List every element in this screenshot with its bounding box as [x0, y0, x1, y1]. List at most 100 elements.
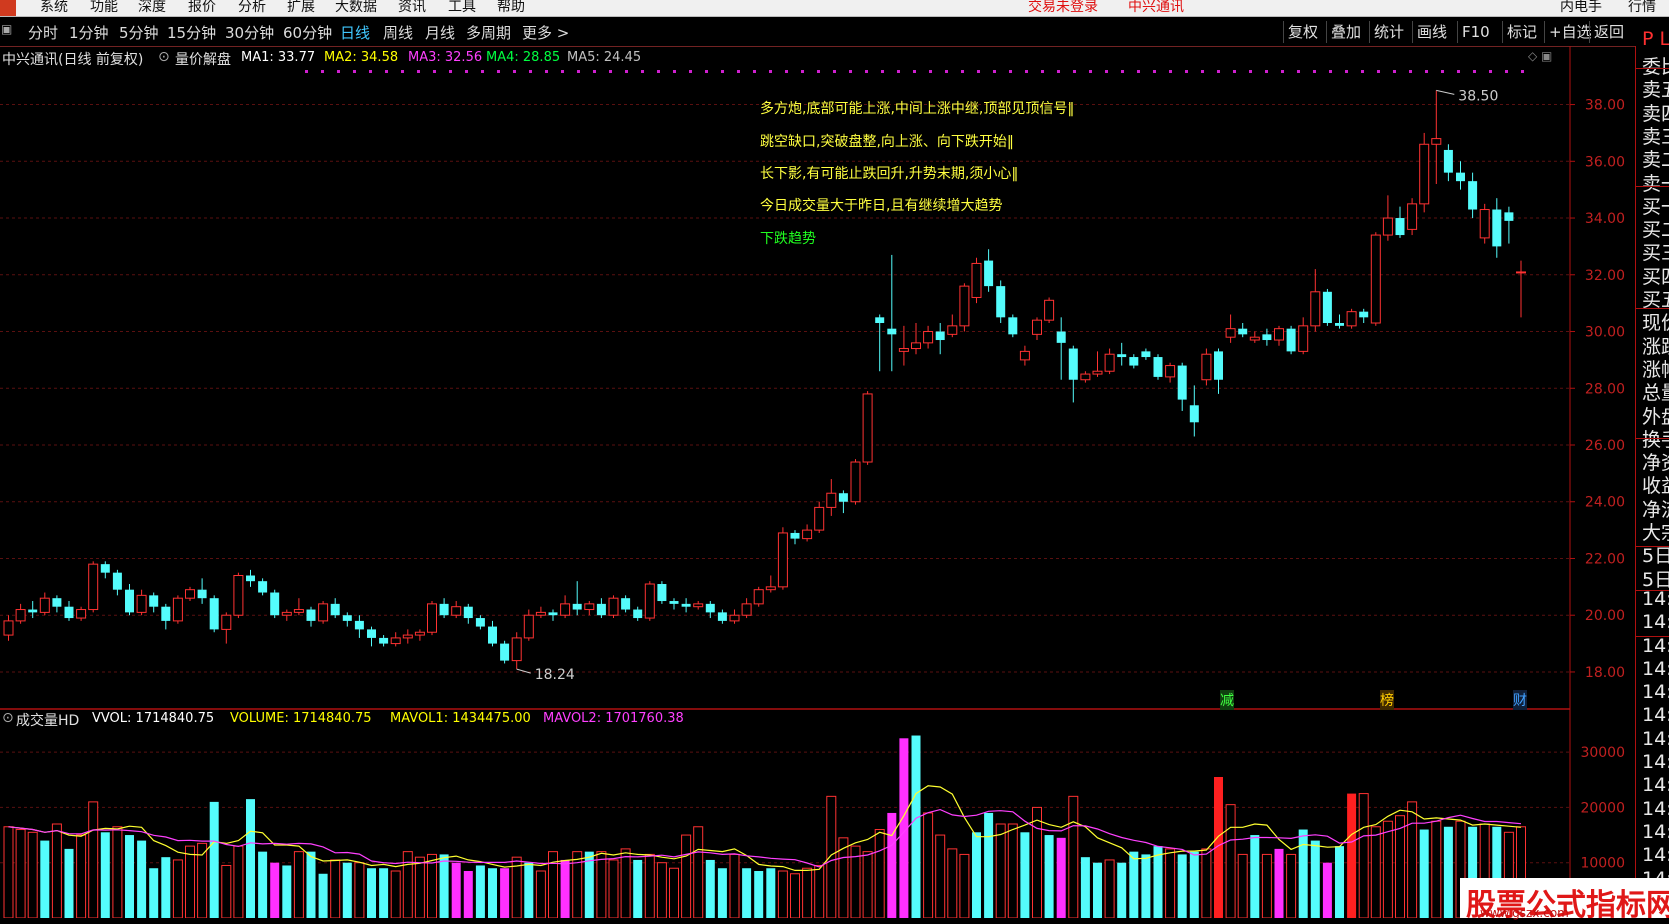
volume-bar	[887, 812, 897, 918]
menu-extend[interactable]: 扩展	[287, 0, 315, 16]
menu-function[interactable]: 功能	[90, 0, 118, 16]
signal-dot	[609, 70, 612, 73]
volume-tick-label: 30000	[1580, 745, 1625, 761]
toolbar-menu-icon[interactable]: ▣	[1, 22, 12, 36]
candle-body	[560, 603, 571, 616]
volume-bar	[1044, 835, 1054, 918]
signal-dot	[1361, 70, 1364, 73]
event-marker-reduce[interactable]: 减	[1220, 690, 1234, 710]
menu-bigdata[interactable]: 大数据	[335, 0, 377, 16]
menu-quote[interactable]: 报价	[188, 0, 216, 16]
candle-body	[1286, 328, 1296, 352]
menu-right-2[interactable]: 行情	[1628, 0, 1656, 16]
volume-bar	[681, 834, 692, 918]
volume-bar	[1141, 854, 1151, 918]
period-tab[interactable]: 15分钟	[167, 22, 216, 43]
event-marker-finance[interactable]: 财	[1513, 690, 1527, 710]
price-tick-label: 38.00	[1585, 98, 1625, 114]
candle-body	[246, 575, 255, 582]
panel-options-icon[interactable]: ◇ ▣	[1528, 49, 1552, 63]
signal-dot	[881, 70, 884, 73]
price-tick-label: 30.00	[1585, 325, 1625, 341]
signal-dot	[993, 70, 996, 73]
volume-bar	[1225, 804, 1236, 918]
draw-button[interactable]: 画线	[1412, 21, 1451, 43]
volume-bar	[1068, 795, 1079, 918]
fq-button[interactable]: 复权	[1283, 21, 1322, 43]
volume-bar	[1056, 837, 1066, 918]
signal-dot	[1217, 70, 1220, 73]
menu-depth[interactable]: 深度	[138, 0, 166, 16]
menu-system[interactable]: 系统	[40, 0, 68, 16]
period-tab-active[interactable]: 日线	[340, 22, 370, 43]
signal-dot	[1057, 70, 1060, 73]
signal-dot	[1233, 70, 1236, 73]
volume-bar	[790, 873, 800, 918]
signal-dot	[1089, 70, 1092, 73]
volume-indicator-name[interactable]: 成交量HD	[16, 710, 79, 730]
mark-button[interactable]: 标记	[1502, 21, 1541, 43]
period-tab[interactable]: 5分钟	[119, 22, 159, 43]
period-tab[interactable]: 分时	[28, 22, 58, 43]
quote-field-label: 14:5	[1642, 820, 1669, 843]
stats-button[interactable]: 统计	[1369, 21, 1408, 43]
candle-body	[233, 574, 244, 616]
candle-body	[765, 586, 776, 591]
candle-body	[1431, 138, 1442, 145]
period-tab[interactable]: 30分钟	[225, 22, 274, 43]
menu-help[interactable]: 帮助	[497, 0, 525, 16]
signal-dot	[1505, 70, 1508, 73]
signal-dot	[1185, 70, 1188, 73]
menu-analysis[interactable]: 分析	[238, 0, 266, 16]
candle-body	[1225, 328, 1236, 338]
volume-bar	[814, 864, 825, 918]
signal-dot	[481, 70, 484, 73]
indicator-name[interactable]: 量价解盘	[175, 49, 231, 69]
menu-news[interactable]: 资讯	[398, 0, 426, 16]
period-tab[interactable]: 月线	[425, 22, 455, 43]
period-tab[interactable]: 多周期	[466, 22, 511, 43]
signal-dot	[1473, 70, 1476, 73]
signal-dot	[721, 70, 724, 73]
quote-field-label: 14:5	[1642, 797, 1669, 820]
login-status[interactable]: 交易未登录	[1028, 0, 1098, 16]
volume-bar	[620, 848, 631, 918]
signal-dot	[1281, 70, 1284, 73]
candle-body	[971, 262, 982, 298]
volume-bar	[1020, 832, 1030, 918]
volume-bar	[1201, 848, 1212, 918]
mavol2-label: MAVOL2: 1701760.38	[543, 711, 684, 726]
dropdown-icon[interactable]: ⊙	[158, 49, 170, 65]
menu-tools[interactable]: 工具	[448, 0, 476, 16]
low-price-label: 18.24	[535, 667, 575, 683]
f10-button[interactable]: F10	[1457, 21, 1494, 43]
volume-bar	[15, 829, 26, 918]
volume-bar	[221, 864, 232, 918]
candle-body	[500, 643, 510, 661]
event-marker-list[interactable]: 榜	[1380, 690, 1394, 710]
volume-bar	[27, 831, 38, 918]
back-button[interactable]: 返回	[1589, 21, 1628, 43]
overlay-button[interactable]: 叠加	[1326, 21, 1365, 43]
volume-bar	[379, 868, 389, 918]
candle-body	[1177, 365, 1187, 400]
period-tab[interactable]: 周线	[383, 22, 413, 43]
menu-right-1[interactable]: 内电手	[1560, 0, 1602, 16]
period-tab[interactable]: 60分钟	[283, 22, 332, 43]
candle-body	[52, 598, 62, 607]
signal-dot	[1297, 70, 1300, 73]
period-more[interactable]: 更多 >	[522, 22, 569, 43]
volume-dropdown-icon[interactable]: ⊙	[2, 710, 14, 726]
signal-dot	[1441, 70, 1444, 73]
add-watchlist-button[interactable]: +自选	[1544, 21, 1596, 43]
candle-body	[15, 609, 26, 622]
volume-bar	[306, 851, 316, 918]
signal-dot	[1313, 70, 1316, 73]
candle-body	[621, 598, 631, 610]
volume-bar	[88, 801, 99, 918]
period-tab[interactable]: 1分钟	[69, 22, 109, 43]
candle-body	[584, 603, 595, 611]
signal-dot	[1265, 70, 1268, 73]
signal-note: 长下影,有可能止跌回升,升势末期,须小心‖	[760, 166, 1019, 182]
signal-dot	[321, 70, 324, 73]
